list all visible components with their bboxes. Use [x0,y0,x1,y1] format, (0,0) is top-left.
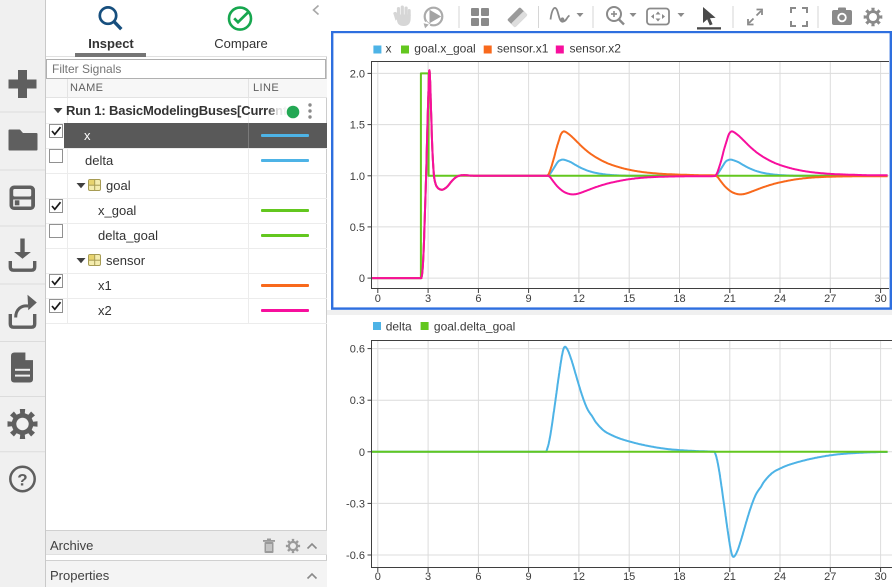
svg-text:0.3: 0.3 [350,395,365,407]
svg-text:12: 12 [573,293,585,305]
svg-text:6: 6 [475,571,481,583]
svg-text:6: 6 [475,293,481,305]
svg-text:24: 24 [774,571,786,583]
svg-text:-0.6: -0.6 [346,550,365,562]
svg-text:0.5: 0.5 [350,222,365,234]
svg-text:-0.3: -0.3 [346,498,365,510]
svg-text:delta: delta [386,320,412,334]
svg-text:18: 18 [673,293,685,305]
svg-text:2.0: 2.0 [350,68,365,80]
svg-text:21: 21 [724,571,736,583]
svg-text:x: x [386,42,392,56]
svg-text:27: 27 [824,571,836,583]
svg-text:0: 0 [359,447,365,459]
svg-text:goal.x_goal: goal.x_goal [414,42,475,56]
svg-text:21: 21 [724,293,736,305]
svg-text:sensor.x2: sensor.x2 [570,42,622,56]
svg-text:9: 9 [526,293,532,305]
svg-text:?: ? [17,471,27,490]
svg-text:0.6: 0.6 [350,344,365,356]
svg-text:12: 12 [573,571,585,583]
svg-text:0: 0 [375,293,381,305]
svg-text:3: 3 [425,293,431,305]
svg-text:15: 15 [623,293,635,305]
svg-text:18: 18 [673,571,685,583]
svg-text:0: 0 [375,571,381,583]
svg-text:1.0: 1.0 [350,171,365,183]
svg-text:goal.delta_goal: goal.delta_goal [434,320,515,334]
svg-text:sensor.x1: sensor.x1 [497,42,549,56]
svg-text:9: 9 [526,571,532,583]
svg-text:24: 24 [774,293,786,305]
svg-text:0: 0 [359,273,365,285]
svg-text:3: 3 [425,571,431,583]
svg-text:1.5: 1.5 [350,120,365,132]
svg-text:15: 15 [623,571,635,583]
svg-text:30: 30 [874,571,886,583]
svg-text:30: 30 [874,293,886,305]
svg-text:27: 27 [824,293,836,305]
